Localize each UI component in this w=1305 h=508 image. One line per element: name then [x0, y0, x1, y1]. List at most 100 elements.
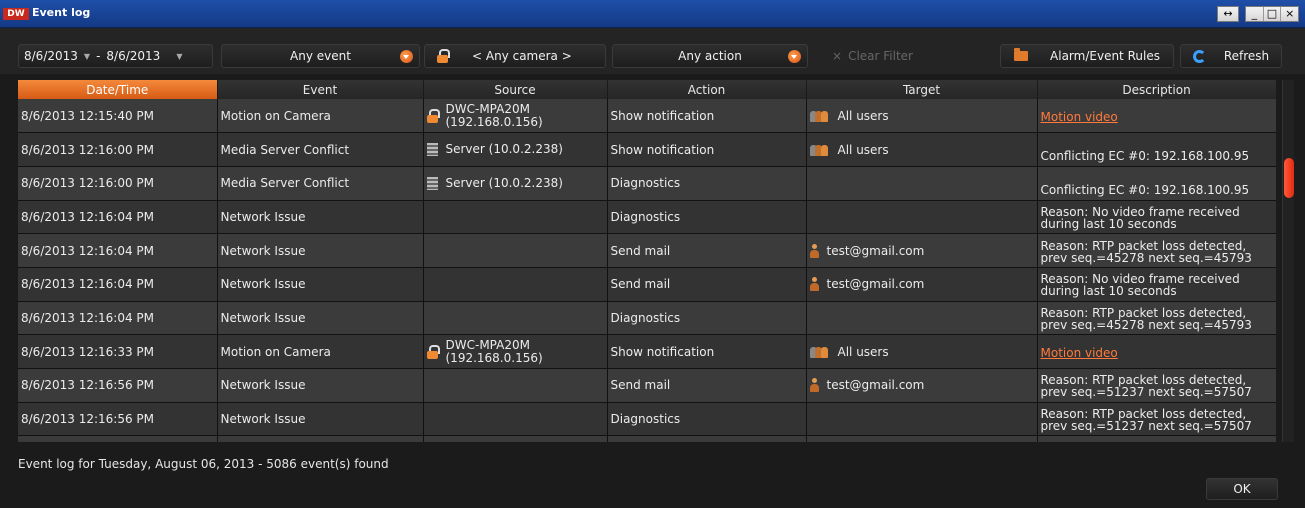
cell-action: Show notification: [607, 334, 807, 369]
event-filter-dropdown[interactable]: Any event: [221, 44, 420, 68]
source-content: Server (10.0.2.238): [426, 143, 604, 157]
cell-source: Server (10.0.2.238): [423, 166, 608, 201]
cell-target: [806, 166, 1038, 201]
status-text: Event log for Tuesday, August 06, 2013 -…: [18, 457, 389, 471]
alarm-event-rules-button[interactable]: Alarm/Event Rules: [1000, 44, 1174, 68]
clear-filter-label: Clear Filter: [848, 49, 913, 63]
date-range-picker[interactable]: 8/6/2013 ▼ - 8/6/2013 ▼: [18, 44, 213, 68]
table-row[interactable]: 8/6/2013 12:16:00 PM Media Server Confli…: [18, 166, 1276, 201]
cell-datetime: 8/6/2013 12:16:04 PM: [18, 200, 218, 235]
users-icon: [809, 144, 830, 156]
target-text: test@gmail.com: [826, 378, 925, 393]
cell-target: [806, 402, 1038, 437]
cell-event: Motion on Camera: [217, 99, 424, 134]
date-from-dropdown-icon[interactable]: ▼: [84, 52, 90, 61]
cell-description: Conflicting EC #0: 192.168.100.95: [1037, 132, 1276, 167]
cell-event: [217, 435, 424, 442]
scrollbar-thumb[interactable]: [1284, 158, 1294, 198]
target-text: test@gmail.com: [826, 243, 925, 258]
cell-event: Network Issue: [217, 402, 424, 437]
cell-datetime: 8/6/2013 12:16:00 PM: [18, 166, 218, 201]
title-bar: DW Event log ↔ _ □ ×: [0, 0, 1305, 28]
cell-target: test@gmail.com: [806, 267, 1038, 302]
minimize-button[interactable]: _: [1246, 7, 1264, 21]
action-filter-dropdown[interactable]: Any action: [612, 44, 808, 68]
target-content: test@gmail.com: [809, 378, 1034, 393]
column-header-action[interactable]: Action: [607, 80, 807, 99]
column-header-target[interactable]: Target: [806, 80, 1038, 99]
cell-description: Reason: RTP packet loss detected, prev se…: [1037, 402, 1276, 437]
cell-target: [806, 435, 1038, 442]
cell-action: Send mail: [607, 368, 807, 403]
cell-source: [423, 301, 608, 336]
cell-datetime: 8/6/2013 12:16:04 PM: [18, 233, 218, 268]
resize-button[interactable]: ↔: [1217, 6, 1239, 22]
cell-datetime: [18, 435, 218, 442]
target-text: test@gmail.com: [826, 277, 925, 292]
cell-datetime: 8/6/2013 12:16:00 PM: [18, 132, 218, 167]
table-row[interactable]: 8/6/2013 12:16:04 PM Network Issue Send …: [18, 233, 1276, 268]
server-icon: [426, 176, 438, 190]
cell-target: test@gmail.com: [806, 368, 1038, 403]
user-icon: [809, 243, 819, 258]
refresh-button[interactable]: Refresh: [1180, 44, 1282, 68]
target-text: All users: [837, 344, 889, 359]
camera-filter-value: < Any camera >: [472, 49, 572, 63]
description-line: prev seq.=45278 next seq.=45793: [1040, 250, 1252, 265]
folder-icon: [1014, 48, 1029, 61]
column-header-event[interactable]: Event: [217, 80, 424, 99]
cell-source: Server (10.0.2.238): [423, 132, 608, 167]
table-row[interactable]: 8/6/2013 12:16:04 PM Network Issue Diagn…: [18, 200, 1276, 235]
table-row[interactable]: 8/6/2013 12:16:56 PM Network Issue Send …: [18, 368, 1276, 403]
source-text: Server (10.0.2.238): [446, 143, 563, 156]
column-header-source[interactable]: Source: [423, 80, 608, 99]
column-header-description[interactable]: Description: [1037, 80, 1276, 99]
table-row[interactable]: 8/6/2013 12:16:33 PM Motion on Camera DW…: [18, 334, 1276, 369]
table-row[interactable]: 8/6/2013 12:16:04 PM Network Issue Diagn…: [18, 301, 1276, 336]
dropdown-arrow-icon: [788, 50, 801, 63]
description-line: Conflicting EC #0: 192.168.100.95: [1040, 182, 1250, 197]
source-line: DWC-MPA20M: [445, 101, 530, 116]
window-controls: ↔ _ □ ×: [1217, 6, 1299, 22]
cell-target: All users: [806, 334, 1038, 369]
cell-action: Show notification: [607, 99, 807, 134]
description-line: during last 10 seconds: [1040, 284, 1177, 299]
cell-datetime: 8/6/2013 12:16:56 PM: [18, 368, 218, 403]
app-logo: DW: [3, 8, 29, 20]
refresh-button-label: Refresh: [1223, 49, 1270, 63]
table-row[interactable]: 8/6/2013 12:16:00 PM Media Server Confli…: [18, 132, 1276, 167]
cell-datetime: 8/6/2013 12:16:04 PM: [18, 301, 218, 336]
date-to-dropdown-icon[interactable]: ▼: [176, 52, 182, 61]
vertical-scrollbar[interactable]: [1282, 80, 1294, 442]
camera-icon: [437, 49, 450, 63]
clear-filter-button[interactable]: × Clear Filter: [832, 49, 913, 63]
date-from[interactable]: 8/6/2013: [24, 49, 78, 63]
cell-event: Media Server Conflict: [217, 166, 424, 201]
cell-source: [423, 435, 608, 442]
table-row[interactable]: [18, 435, 1276, 442]
description-line: Motion video: [1040, 109, 1118, 124]
maximize-button[interactable]: □: [1264, 7, 1282, 21]
server-icon: [426, 143, 438, 157]
ok-button[interactable]: OK: [1206, 478, 1278, 500]
target-content: test@gmail.com: [809, 243, 1034, 258]
cell-event: Media Server Conflict: [217, 132, 424, 167]
cell-action: Diagnostics: [607, 402, 807, 437]
date-to[interactable]: 8/6/2013: [106, 49, 160, 63]
table-row[interactable]: 8/6/2013 12:15:40 PM Motion on Camera DW…: [18, 99, 1276, 134]
dropdown-arrow-icon: [400, 50, 413, 63]
motion-video-link[interactable]: Motion video: [1037, 334, 1276, 369]
camera-filter-button[interactable]: < Any camera >: [424, 44, 606, 68]
motion-video-link[interactable]: Motion video: [1037, 99, 1276, 134]
source-line: (192.168.0.156): [445, 114, 543, 129]
cell-target: [806, 301, 1038, 336]
table-row[interactable]: 8/6/2013 12:16:04 PM Network Issue Send …: [18, 267, 1276, 302]
cell-action: [607, 435, 807, 442]
clear-icon: ×: [832, 49, 843, 63]
cell-description: Reason: RTP packet loss detected, prev se…: [1037, 368, 1276, 403]
window-button-group: _ □ ×: [1245, 6, 1299, 22]
close-button[interactable]: ×: [1281, 7, 1298, 21]
column-header-datetime[interactable]: Date/Time: [18, 80, 218, 99]
table-row[interactable]: 8/6/2013 12:16:56 PM Network Issue Diagn…: [18, 402, 1276, 437]
description-line: prev seq.=51237 next seq.=57507: [1040, 385, 1252, 400]
